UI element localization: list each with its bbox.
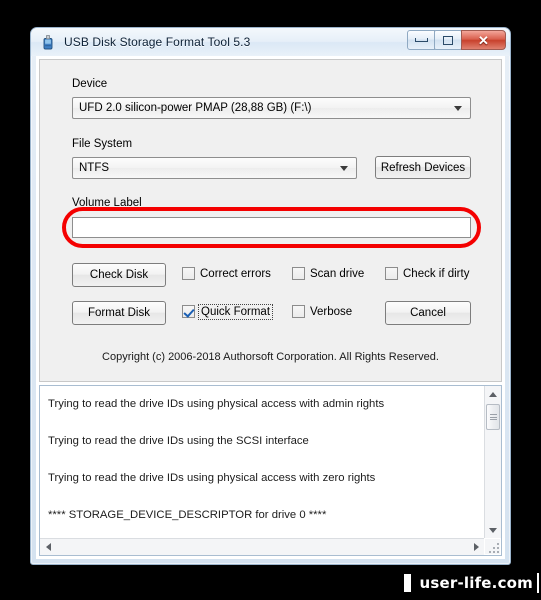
log-panel: Trying to read the drive IDs using physi… <box>39 385 502 556</box>
refresh-devices-button[interactable]: Refresh Devices <box>375 156 471 179</box>
device-label: Device <box>72 78 108 90</box>
checkbox-box <box>292 267 305 280</box>
window-title: USB Disk Storage Format Tool 5.3 <box>64 35 251 49</box>
checkbox-box <box>182 267 195 280</box>
watermark: user-life.com <box>400 570 541 596</box>
copyright-text: Copyright (c) 2006-2018 Authorsoft Corpo… <box>102 351 439 363</box>
minimize-button[interactable] <box>407 30 435 50</box>
chevron-down-icon <box>489 527 497 533</box>
chevron-left-icon <box>45 543 51 551</box>
chevron-down-icon <box>340 166 348 171</box>
restore-button[interactable] <box>434 30 462 50</box>
scroll-left-button[interactable] <box>40 539 56 555</box>
usb-drive-icon <box>40 34 56 50</box>
horizontal-scrollbar[interactable] <box>40 538 484 555</box>
log-line: Trying to read the drive IDs using the S… <box>48 435 309 447</box>
checkbox-label: Verbose <box>310 305 353 318</box>
file-system-select-value: NTFS <box>79 162 110 174</box>
title-bar[interactable]: USB Disk Storage Format Tool 5.3 ✕ <box>31 28 510 56</box>
vertical-scrollbar-thumb[interactable] <box>486 404 500 430</box>
file-system-select[interactable]: NTFS <box>72 157 357 179</box>
checkbox-scan-drive[interactable]: Scan drive <box>292 267 364 280</box>
cancel-button[interactable]: Cancel <box>385 301 471 325</box>
volume-label-input[interactable] <box>72 217 471 238</box>
vertical-scrollbar[interactable] <box>484 386 501 538</box>
client-area: Device UFD 2.0 silicon-power PMAP (28,88… <box>36 56 505 559</box>
checkbox-box <box>292 305 305 318</box>
volume-label-label: Volume Label <box>72 197 142 209</box>
scroll-up-button[interactable] <box>485 386 501 402</box>
checkbox-box <box>182 305 195 318</box>
checkbox-correct-errors[interactable]: Correct errors <box>182 267 271 280</box>
checkbox-check-if-dirty[interactable]: Check if dirty <box>385 267 469 280</box>
chevron-right-icon <box>473 543 479 551</box>
checkbox-box <box>385 267 398 280</box>
log-line: Trying to read the drive IDs using physi… <box>48 398 385 410</box>
checkbox-label: Scan drive <box>310 267 365 280</box>
checkbox-label: Check if dirty <box>403 267 470 280</box>
scroll-down-button[interactable] <box>485 522 501 538</box>
log-line: Trying to read the drive IDs using physi… <box>48 472 376 484</box>
checkbox-quick-format[interactable]: Quick Format <box>182 303 274 320</box>
check-disk-button[interactable]: Check Disk <box>72 263 166 287</box>
watermark-accent-bar <box>404 574 412 592</box>
close-icon: ✕ <box>478 32 489 48</box>
device-select-value: UFD 2.0 silicon-power PMAP (28,88 GB) (F… <box>79 102 312 114</box>
resize-grip[interactable] <box>485 539 500 554</box>
checkbox-label: Quick Format <box>197 303 274 320</box>
options-panel: Device UFD 2.0 silicon-power PMAP (28,88… <box>39 59 502 382</box>
log-line: **** STORAGE_DEVICE_DESCRIPTOR for drive… <box>48 509 327 521</box>
watermark-text: user-life.com <box>419 574 533 592</box>
minimize-icon <box>414 38 428 42</box>
chevron-down-icon <box>454 106 462 111</box>
restore-icon <box>443 35 453 45</box>
close-button[interactable]: ✕ <box>461 30 506 50</box>
grip-icon <box>489 413 497 422</box>
file-system-label: File System <box>72 138 133 150</box>
chevron-up-icon <box>489 391 497 397</box>
checkbox-verbose[interactable]: Verbose <box>292 305 352 318</box>
watermark-edge-bar <box>537 573 539 593</box>
application-window: USB Disk Storage Format Tool 5.3 ✕ Devic… <box>30 27 511 565</box>
format-disk-button[interactable]: Format Disk <box>72 301 166 325</box>
window-controls: ✕ <box>407 30 506 50</box>
device-select[interactable]: UFD 2.0 silicon-power PMAP (28,88 GB) (F… <box>72 97 471 119</box>
log-output[interactable]: Trying to read the drive IDs using physi… <box>40 386 483 537</box>
scroll-right-button[interactable] <box>468 539 484 555</box>
checkbox-label: Correct errors <box>200 267 271 280</box>
